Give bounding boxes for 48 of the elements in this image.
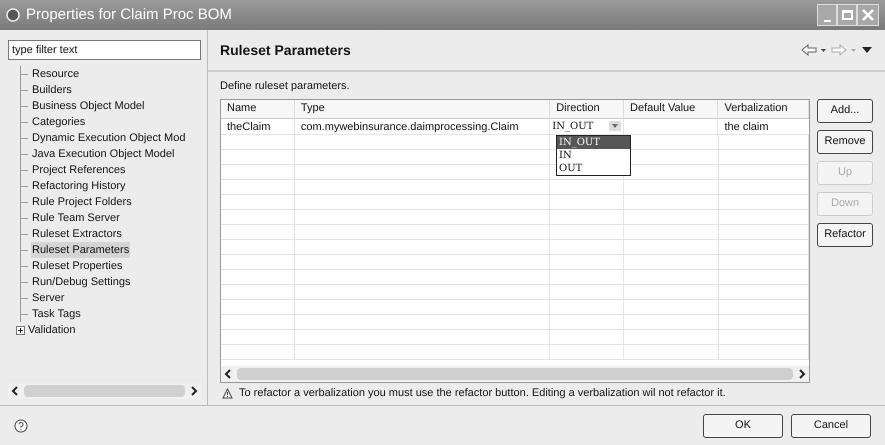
tree-item[interactable]: Task Tags xyxy=(31,306,82,322)
tree-item[interactable]: Ruleset Properties xyxy=(31,258,124,274)
side-button[interactable]: Refactor xyxy=(817,222,873,246)
dialog-button[interactable]: OK xyxy=(703,414,783,438)
tree-item[interactable]: Server xyxy=(31,290,66,306)
dropdown-option[interactable]: IN xyxy=(557,148,630,162)
close-icon xyxy=(862,9,874,21)
column-header[interactable]: Verbalization xyxy=(718,100,809,118)
side-button[interactable]: Add... xyxy=(817,98,873,122)
table-cell-text: the claim xyxy=(723,120,770,134)
app-icon xyxy=(6,8,20,22)
tree-item[interactable]: Project References xyxy=(31,162,127,178)
window-title: Properties for Claim Proc BOM xyxy=(26,4,232,25)
direction-dropdown[interactable]: IN_OUT xyxy=(550,118,624,134)
expand-icon[interactable] xyxy=(16,326,25,334)
page-title: Ruleset Parameters xyxy=(220,40,351,60)
tree-item[interactable]: Business Object Model xyxy=(31,98,146,114)
tree-item[interactable]: Ruleset Parameters xyxy=(31,242,130,258)
horizontal-scrollbar[interactable] xyxy=(221,366,809,382)
page-description: Define ruleset parameters. xyxy=(219,79,351,94)
tree-item[interactable]: Rule Team Server xyxy=(31,210,121,226)
column-header[interactable]: Default Value xyxy=(624,100,718,118)
tree-item[interactable]: Rule Project Folders xyxy=(31,194,133,210)
column-header[interactable]: Name xyxy=(221,100,295,118)
column-header[interactable]: Type xyxy=(294,100,550,118)
help-icon[interactable] xyxy=(14,418,28,432)
side-button[interactable]: Remove xyxy=(817,130,873,154)
warning-icon xyxy=(222,388,233,398)
filter-field[interactable]: type filter text xyxy=(8,40,201,60)
tree-item[interactable]: Categories xyxy=(31,114,86,130)
table-cell: com.mywebinsurance.daimprocessing.Claim xyxy=(294,118,550,134)
dropdown-option[interactable]: IN_OUT xyxy=(557,136,630,148)
tree-item[interactable]: Builders xyxy=(31,82,73,98)
tree-item[interactable]: Dynamic Execution Object Mod xyxy=(31,130,186,146)
tree-item[interactable]: Resource xyxy=(31,66,80,82)
column-header[interactable]: Direction xyxy=(550,100,624,118)
tree-item[interactable]: Run/Debug Settings xyxy=(31,274,132,290)
dropdown-option[interactable]: OUT xyxy=(557,162,630,174)
tree-item[interactable]: Ruleset Extractors xyxy=(31,226,123,242)
tree-item[interactable]: Java Execution Object Model xyxy=(31,146,176,162)
table-cell: theClaim xyxy=(221,118,295,134)
tree-item[interactable]: Refactoring History xyxy=(31,178,127,194)
refactor-note: To refactor a verbalization you must use the refactor button. Editing a verbalization wil not refactor it. xyxy=(239,386,726,401)
back-arrow-icon[interactable] xyxy=(801,44,827,56)
dropdown-arrow-icon[interactable] xyxy=(609,121,621,131)
dialog-button[interactable]: Cancel xyxy=(791,414,871,438)
horizontal-scrollbar[interactable] xyxy=(8,383,201,399)
tree-item[interactable]: Validation xyxy=(27,322,76,338)
